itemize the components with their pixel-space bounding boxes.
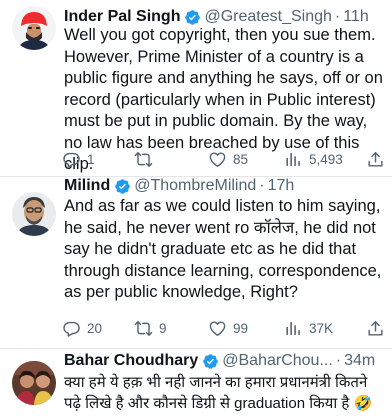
tweet-text: And as far as we could listen to him say… [64, 197, 382, 301]
action-bar: 20 9 99 37K [62, 317, 388, 339]
avatar[interactable] [12, 361, 56, 405]
views-button[interactable]: 37K [284, 317, 333, 339]
tweet-text: क्या हमे ये हक़ भी नही जानने का हमारा प्… [64, 374, 373, 412]
views-button[interactable]: 5,493 [284, 148, 343, 170]
reply-icon [63, 152, 80, 168]
author-name[interactable]: Milind [64, 176, 110, 196]
views-icon [286, 321, 300, 335]
share-button[interactable] [366, 148, 385, 170]
author-handle[interactable]: @BaharChou... [222, 351, 333, 371]
tweet-header: Milind @ThombreMilind · 17h [64, 175, 386, 197]
like-count: 99 [233, 320, 249, 336]
tweet[interactable]: Inder Pal Singh @Greatest_Singh · 11h We… [0, 0, 392, 176]
views-count: 5,493 [309, 151, 343, 167]
like-button[interactable]: 85 [208, 148, 248, 170]
share-button[interactable] [366, 317, 385, 339]
reply-button[interactable]: 20 [62, 317, 102, 339]
avatar[interactable] [12, 6, 56, 50]
views-count: 37K [309, 320, 334, 336]
author-name[interactable]: Inder Pal Singh [64, 7, 180, 27]
separator-dot: · [334, 8, 341, 25]
separator-dot: · [335, 352, 342, 369]
author-handle[interactable]: @Greatest_Singh [204, 7, 331, 27]
like-icon [209, 320, 226, 336]
reply-button[interactable]: 1 [62, 148, 95, 170]
tweet-header: Bahar Choudhary @BaharChou... · 34m [64, 350, 386, 372]
like-count: 85 [233, 151, 249, 167]
share-icon [368, 151, 383, 167]
reply-icon [63, 321, 80, 337]
timestamp[interactable]: 17h [268, 176, 295, 196]
verified-badge-icon [185, 9, 201, 25]
reply-count: 1 [87, 151, 95, 167]
like-button[interactable]: 99 [208, 317, 248, 339]
timestamp[interactable]: 34m [344, 351, 375, 371]
author-name[interactable]: Bahar Choudhary [64, 351, 198, 371]
retweet-icon [134, 151, 153, 167]
verified-badge-icon [115, 178, 130, 194]
verified-badge-icon [203, 353, 219, 369]
retweet-button[interactable]: 9 [134, 317, 167, 339]
avatar[interactable] [12, 192, 56, 236]
like-icon [209, 151, 226, 167]
retweet-icon [134, 320, 153, 336]
tweet[interactable]: Milind @ThombreMilind · 17h And as far a… [0, 177, 392, 348]
tweet[interactable]: Bahar Choudhary @BaharChou... · 34m क्या… [0, 349, 392, 418]
views-icon [286, 152, 300, 166]
timestamp[interactable]: 11h [343, 7, 369, 27]
reply-count: 20 [87, 320, 103, 336]
action-bar: 1 85 5,493 [62, 148, 388, 170]
tweet-feed: Inder Pal Singh @Greatest_Singh · 11h We… [0, 0, 392, 418]
retweet-count: 9 [159, 320, 167, 336]
separator-dot: · [259, 177, 265, 194]
author-handle[interactable]: @ThombreMilind [134, 176, 256, 196]
share-icon [368, 320, 383, 336]
retweet-button[interactable] [134, 148, 159, 170]
